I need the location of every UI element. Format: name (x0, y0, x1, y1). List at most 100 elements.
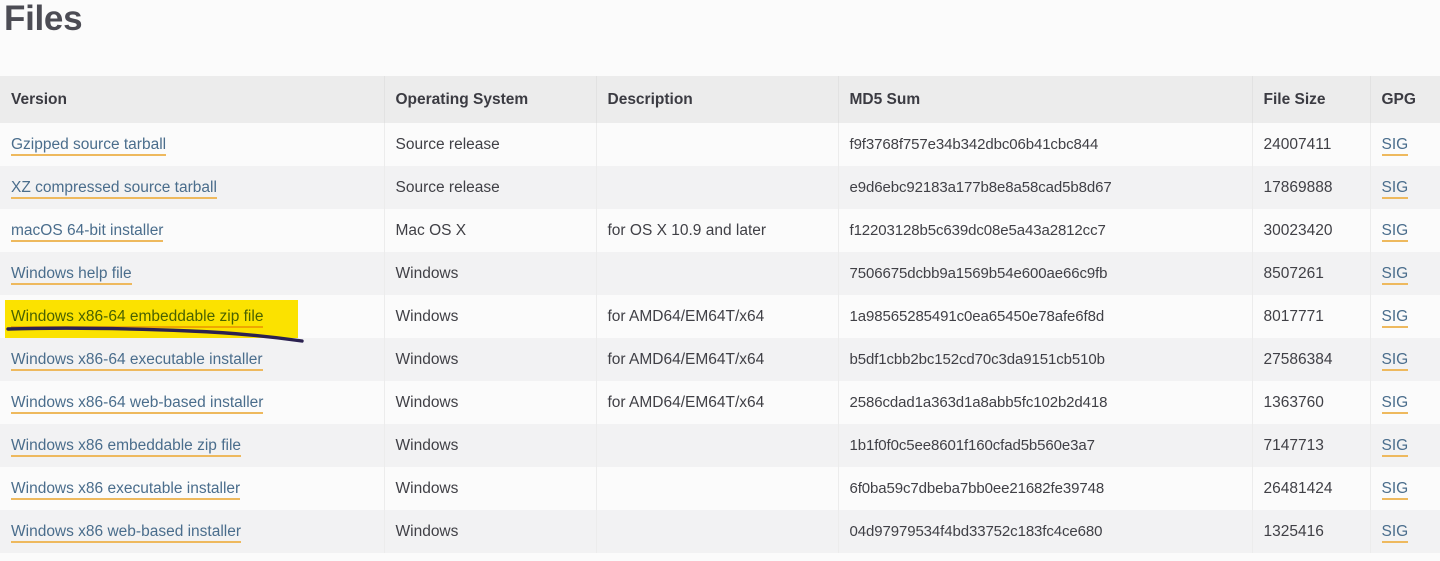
column-header-gpg[interactable]: GPG (1370, 76, 1440, 123)
cell-md5-sum: f12203128b5c639dc08e5a43a2812cc7 (838, 209, 1252, 252)
files-page: Files Version Operating System Descripti… (0, 0, 1440, 561)
cell-version: Windows x86-64 embeddable zip file (0, 295, 384, 338)
cell-description (596, 166, 838, 209)
cell-md5-sum: 1a98565285491c0ea65450e78afe6f8d (838, 295, 1252, 338)
table-row: Windows x86-64 embeddable zip file Window… (0, 295, 1440, 338)
column-header-version[interactable]: Version (0, 76, 384, 123)
table-row: Windows x86-64 executable installer Windo… (0, 338, 1440, 381)
table-row: Windows x86-64 web-based installer Window… (0, 381, 1440, 424)
cell-file-size: 8017771 (1252, 295, 1370, 338)
table-row: macOS 64-bit installer Mac OS Xfor OS X 1… (0, 209, 1440, 252)
cell-version: Windows help file (0, 252, 384, 295)
cell-gpg: SIG (1370, 295, 1440, 338)
cell-md5-sum: b5df1cbb2bc152cd70c3da9151cb510b (838, 338, 1252, 381)
cell-md5-sum: 1b1f0f0c5ee8601f160cfad5b560e3a7 (838, 424, 1252, 467)
cell-file-size: 1363760 (1252, 381, 1370, 424)
cell-version: macOS 64-bit installer (0, 209, 384, 252)
table-header: Version Operating System Description MD5… (0, 76, 1440, 123)
cell-md5-sum: 6f0ba59c7dbeba7bb0ee21682fe39748 (838, 467, 1252, 510)
cell-description: for AMD64/EM64T/x64 (596, 295, 838, 338)
cell-operating-system: Windows (384, 424, 596, 467)
cell-description (596, 467, 838, 510)
files-table: Version Operating System Description MD5… (0, 76, 1440, 553)
cell-file-size: 24007411 (1252, 123, 1370, 166)
cell-file-size: 8507261 (1252, 252, 1370, 295)
cell-gpg: SIG (1370, 381, 1440, 424)
cell-description: for AMD64/EM64T/x64 (596, 338, 838, 381)
gpg-signature-link[interactable]: SIG (1382, 394, 1409, 414)
gpg-signature-link[interactable]: SIG (1382, 222, 1409, 242)
cell-md5-sum: 2586cdad1a363d1a8abb5fc102b2d418 (838, 381, 1252, 424)
cell-operating-system: Windows (384, 295, 596, 338)
version-download-link[interactable]: Windows help file (11, 265, 132, 285)
cell-file-size: 7147713 (1252, 424, 1370, 467)
cell-file-size: 1325416 (1252, 510, 1370, 553)
version-download-link[interactable]: Windows x86 embeddable zip file (11, 437, 241, 457)
cell-description (596, 424, 838, 467)
gpg-signature-link[interactable]: SIG (1382, 523, 1409, 543)
table-row: Gzipped source tarball Source release f9f3… (0, 123, 1440, 166)
version-download-link[interactable]: Windows x86 executable installer (11, 480, 240, 500)
version-download-link[interactable]: XZ compressed source tarball (11, 179, 217, 199)
cell-gpg: SIG (1370, 209, 1440, 252)
gpg-signature-link[interactable]: SIG (1382, 179, 1409, 199)
cell-description: for OS X 10.9 and later (596, 209, 838, 252)
table-row: Windows x86 embeddable zip file Windows 1b… (0, 424, 1440, 467)
cell-md5-sum: 7506675dcbb9a1569b54e600ae66c9fb (838, 252, 1252, 295)
cell-md5-sum: e9d6ebc92183a177b8e8a58cad5b8d67 (838, 166, 1252, 209)
cell-description (596, 510, 838, 553)
cell-operating-system: Windows (384, 510, 596, 553)
gpg-signature-link[interactable]: SIG (1382, 308, 1409, 328)
version-download-link[interactable]: Gzipped source tarball (11, 136, 166, 156)
gpg-signature-link[interactable]: SIG (1382, 437, 1409, 457)
cell-gpg: SIG (1370, 166, 1440, 209)
table-body: Gzipped source tarball Source release f9f3… (0, 123, 1440, 553)
column-header-md5[interactable]: MD5 Sum (838, 76, 1252, 123)
cell-operating-system: Windows (384, 381, 596, 424)
cell-description (596, 123, 838, 166)
table-row: Windows help file Windows 7506675dcbb9a156… (0, 252, 1440, 295)
table-header-row: Version Operating System Description MD5… (0, 76, 1440, 123)
cell-description (596, 252, 838, 295)
cell-md5-sum: f9f3768f757e34b342dbc06b41cbc844 (838, 123, 1252, 166)
gpg-signature-link[interactable]: SIG (1382, 265, 1409, 285)
cell-version: Windows x86 executable installer (0, 467, 384, 510)
cell-gpg: SIG (1370, 338, 1440, 381)
cell-version: Windows x86 embeddable zip file (0, 424, 384, 467)
version-download-link[interactable]: Windows x86 web-based installer (11, 523, 241, 543)
page-title: Files (4, 0, 82, 41)
cell-file-size: 26481424 (1252, 467, 1370, 510)
column-header-os[interactable]: Operating System (384, 76, 596, 123)
cell-gpg: SIG (1370, 510, 1440, 553)
cell-version: Windows x86-64 executable installer (0, 338, 384, 381)
version-download-link[interactable]: Windows x86-64 web-based installer (11, 394, 263, 414)
gpg-signature-link[interactable]: SIG (1382, 480, 1409, 500)
cell-file-size: 17869888 (1252, 166, 1370, 209)
version-download-link[interactable]: Windows x86-64 executable installer (11, 351, 263, 371)
version-download-link[interactable]: macOS 64-bit installer (11, 222, 163, 242)
gpg-signature-link[interactable]: SIG (1382, 136, 1409, 156)
cell-operating-system: Windows (384, 252, 596, 295)
cell-operating-system: Source release (384, 123, 596, 166)
gpg-signature-link[interactable]: SIG (1382, 351, 1409, 371)
cell-operating-system: Mac OS X (384, 209, 596, 252)
cell-gpg: SIG (1370, 252, 1440, 295)
cell-version: XZ compressed source tarball (0, 166, 384, 209)
column-header-size[interactable]: File Size (1252, 76, 1370, 123)
cell-operating-system: Source release (384, 166, 596, 209)
cell-version: Gzipped source tarball (0, 123, 384, 166)
cell-version: Windows x86-64 web-based installer (0, 381, 384, 424)
cell-operating-system: Windows (384, 467, 596, 510)
cell-file-size: 27586384 (1252, 338, 1370, 381)
cell-gpg: SIG (1370, 424, 1440, 467)
version-download-link[interactable]: Windows x86-64 embeddable zip file (11, 308, 263, 328)
cell-operating-system: Windows (384, 338, 596, 381)
table-row: Windows x86 web-based installer Windows 04… (0, 510, 1440, 553)
column-header-description[interactable]: Description (596, 76, 838, 123)
table-row: XZ compressed source tarball Source relea… (0, 166, 1440, 209)
cell-version: Windows x86 web-based installer (0, 510, 384, 553)
table-row: Windows x86 executable installer Windows 6… (0, 467, 1440, 510)
cell-file-size: 30023420 (1252, 209, 1370, 252)
cell-md5-sum: 04d97979534f4bd33752c183fc4ce680 (838, 510, 1252, 553)
cell-gpg: SIG (1370, 123, 1440, 166)
